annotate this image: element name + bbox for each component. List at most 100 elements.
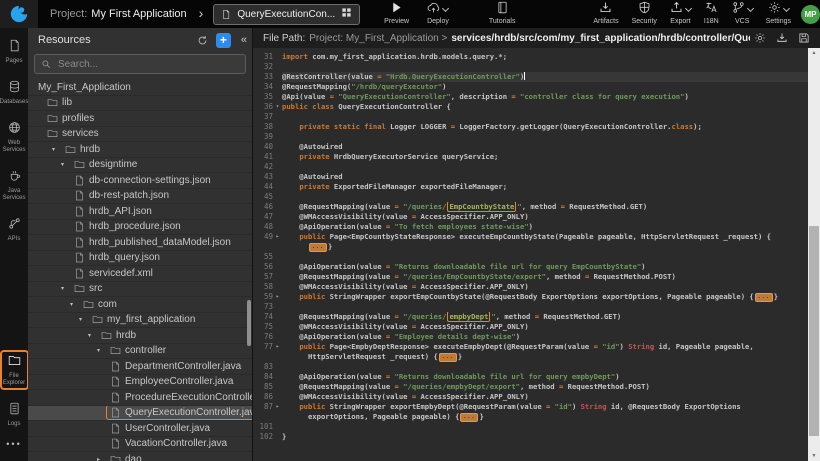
code-line-55[interactable]: 55 bbox=[253, 252, 808, 262]
code-line-38[interactable]: 38 private static final Logger LOGGER = … bbox=[253, 122, 808, 132]
open-file-tab[interactable]: QueryExecutionCon... bbox=[213, 4, 360, 25]
i18n-button[interactable]: I18N bbox=[704, 3, 719, 25]
breadcrumb-chevron-icon[interactable]: › bbox=[199, 5, 204, 21]
code-line-35[interactable]: 35@Api(value = "QueryExecutionController… bbox=[253, 92, 808, 102]
code-line-101[interactable]: 101 bbox=[253, 422, 808, 432]
code-line-45[interactable]: 45 bbox=[253, 192, 808, 202]
code-line-48[interactable]: 48 @ApiOperation(value = "To fetch emplo… bbox=[253, 222, 808, 232]
app-logo[interactable] bbox=[0, 0, 38, 28]
scroll-up-arrow[interactable]: ▲ bbox=[808, 48, 820, 58]
code-line-73[interactable]: 73 bbox=[253, 302, 808, 312]
artifacts-button[interactable]: Artifacts bbox=[593, 3, 618, 25]
save-file-button[interactable] bbox=[798, 32, 810, 44]
user-avatar[interactable]: MP bbox=[801, 5, 820, 24]
tree-item-services[interactable]: services bbox=[28, 127, 252, 143]
code-line-56[interactable]: 56 @ApiOperation(value = "Returns downlo… bbox=[253, 262, 808, 272]
code-editor[interactable]: 31import com.my_first_application.hrdb.m… bbox=[253, 48, 820, 461]
collapse-arrow-icon[interactable]: ▾ bbox=[61, 161, 70, 168]
collapse-arrow-icon[interactable]: ▾ bbox=[70, 301, 79, 308]
vcs-button[interactable]: VCS bbox=[732, 3, 753, 25]
tree-item-controller[interactable]: ▾controller bbox=[28, 344, 252, 360]
code-line-57[interactable]: 57 @RequestMapping(value = "/queries/Emp… bbox=[253, 272, 808, 282]
fold-collapsed-icon[interactable]: ▸ bbox=[273, 402, 282, 412]
code-line-39[interactable]: 39 bbox=[253, 132, 808, 142]
tree-item-db-rest-patch.json[interactable]: db-rest-patch.json bbox=[28, 189, 252, 205]
tree-item-db-connection-settings.json[interactable]: db-connection-settings.json bbox=[28, 173, 252, 189]
tree-item-com[interactable]: ▾com bbox=[28, 297, 252, 313]
security-button[interactable]: Security bbox=[632, 3, 657, 25]
code-line-33[interactable]: 33@RestController(value = "Hrdb.QueryExe… bbox=[253, 72, 808, 82]
code-line-44[interactable]: 44 private ExportedFileManager exportedF… bbox=[253, 182, 808, 192]
tree-item-hrdb[interactable]: ▾hrdb bbox=[28, 142, 252, 158]
tree-item-servicedef.xml[interactable]: servicedef.xml bbox=[28, 266, 252, 282]
collapse-arrow-icon[interactable]: ▾ bbox=[61, 285, 70, 292]
tutorials-button[interactable]: Tutorials bbox=[489, 3, 516, 25]
collapse-arrow-icon[interactable]: ▾ bbox=[52, 146, 61, 153]
tree-item-hrdb[interactable]: ▾hrdb bbox=[28, 328, 252, 344]
tree-item-designtime[interactable]: ▾designtime bbox=[28, 158, 252, 174]
download-file-button[interactable] bbox=[776, 32, 788, 44]
scroll-down-arrow[interactable]: ▼ bbox=[808, 451, 820, 461]
tree-scrollbar-thumb[interactable] bbox=[247, 300, 251, 346]
grid-icon[interactable] bbox=[341, 5, 352, 23]
tree-item-DepartmentController.java[interactable]: DepartmentController.java bbox=[28, 359, 252, 375]
sidebar-item-logs[interactable]: Logs bbox=[0, 398, 29, 431]
sidebar-item-java-services[interactable]: Java Services bbox=[0, 165, 29, 205]
tree-item-dao[interactable]: ▸dao bbox=[28, 452, 252, 461]
code-line-102[interactable]: 102} bbox=[253, 432, 808, 442]
tree-item-QueryExecutionController.java[interactable]: QueryExecutionController.java bbox=[28, 406, 252, 422]
tree-item-hrdb_query.json[interactable]: hrdb_query.json bbox=[28, 251, 252, 267]
fold-collapsed-icon[interactable]: ▸ bbox=[273, 292, 282, 302]
code-line-46[interactable]: 46 @RequestMapping(value = "/queries/Emp… bbox=[253, 202, 808, 212]
sidebar-item-apis[interactable]: APIs bbox=[0, 213, 29, 246]
tree-item-My_First_Application[interactable]: My_First_Application bbox=[28, 80, 252, 96]
code-line-37[interactable]: 37 bbox=[253, 112, 808, 122]
code-line-36[interactable]: 36▾public class QueryExecutionController… bbox=[253, 102, 808, 112]
tree-item-ProcedureExecutionController.java[interactable]: ProcedureExecutionController.java bbox=[28, 390, 252, 406]
tree-item-EmployeeController.java[interactable]: EmployeeController.java bbox=[28, 375, 252, 391]
code-line-83[interactable]: 83 bbox=[253, 362, 808, 372]
code-line-59[interactable]: 59▸ public StringWrapper exportEmpCountb… bbox=[253, 292, 808, 302]
tree-item-UserController.java[interactable]: UserController.java bbox=[28, 421, 252, 437]
folded-code-placeholder-icon[interactable]: ... bbox=[460, 413, 478, 422]
search-box[interactable] bbox=[34, 54, 246, 74]
sidebar-item-databases[interactable]: Databases bbox=[0, 76, 29, 109]
tree-item-src[interactable]: ▾src bbox=[28, 282, 252, 298]
export-button[interactable]: Export bbox=[670, 3, 691, 25]
code-line-75[interactable]: 75 @WMAccessVisibility(value = AccessSpe… bbox=[253, 322, 808, 332]
collapse-arrow-icon[interactable]: ▾ bbox=[97, 347, 106, 354]
code-line-85[interactable]: 85 @RequestMapping(value = "/queries/emp… bbox=[253, 382, 808, 392]
tree-item-hrdb_API.json[interactable]: hrdb_API.json bbox=[28, 204, 252, 220]
code-area[interactable]: 31import com.my_first_application.hrdb.m… bbox=[253, 52, 808, 461]
fold-open-icon[interactable]: ▾ bbox=[273, 102, 282, 112]
tree-item-lib[interactable]: lib bbox=[28, 96, 252, 112]
expand-arrow-icon[interactable]: ▸ bbox=[97, 456, 106, 461]
deploy-button[interactable]: Deploy bbox=[427, 3, 449, 25]
editor-scrollbar-thumb[interactable] bbox=[809, 226, 819, 437]
editor-scrollbar[interactable]: ▲ ▼ bbox=[808, 48, 820, 461]
collapse-arrow-icon[interactable]: ▾ bbox=[88, 332, 97, 339]
search-input[interactable] bbox=[56, 58, 239, 71]
tree-item-hrdb_published_dataModel.json[interactable]: hrdb_published_dataModel.json bbox=[28, 235, 252, 251]
code-line-49[interactable]: 49▸ public Page<EmpCountbyStateResponse>… bbox=[253, 232, 808, 242]
code-line-58[interactable]: 58 @WMAccessVisibility(value = AccessSpe… bbox=[253, 282, 808, 292]
folded-code-placeholder-icon[interactable]: ... bbox=[439, 353, 457, 362]
code-line-34[interactable]: 34@RequestMapping("/hrdb/queryExecutor") bbox=[253, 82, 808, 92]
code-line-47[interactable]: 47 @WMAccessVisibility(value = AccessSpe… bbox=[253, 212, 808, 222]
tree-item-hrdb_procedure.json[interactable]: hrdb_procedure.json bbox=[28, 220, 252, 236]
code-line-77[interactable]: 77▸ public Page<EmpbyDeptResponse> execu… bbox=[253, 342, 808, 352]
code-line-87[interactable]: 87▸ public StringWrapper exportEmpbyDept… bbox=[253, 402, 808, 412]
sidebar-item-file-explorer[interactable]: File Explorer bbox=[0, 350, 29, 390]
tree-item-profiles[interactable]: profiles bbox=[28, 111, 252, 127]
preview-button[interactable]: Preview bbox=[384, 3, 409, 25]
settings-button[interactable]: Settings bbox=[766, 3, 791, 25]
code-line-40[interactable]: 40 @Autowired bbox=[253, 142, 808, 152]
code-line-wrap[interactable]: exportOptions, Pageable pageable) {...} bbox=[253, 412, 808, 422]
add-resource-button[interactable]: + bbox=[216, 33, 231, 48]
code-line-43[interactable]: 43 @Autowired bbox=[253, 172, 808, 182]
code-line-76[interactable]: 76 @ApiOperation(value = "Employee detai… bbox=[253, 332, 808, 342]
code-line-84[interactable]: 84 @ApiOperation(value = "Returns downlo… bbox=[253, 372, 808, 382]
folded-code-placeholder-icon[interactable]: ... bbox=[309, 243, 327, 252]
code-line-86[interactable]: 86 @WMAccessVisibility(value = AccessSpe… bbox=[253, 392, 808, 402]
sidebar-item-web-services[interactable]: Web Services bbox=[0, 117, 29, 157]
